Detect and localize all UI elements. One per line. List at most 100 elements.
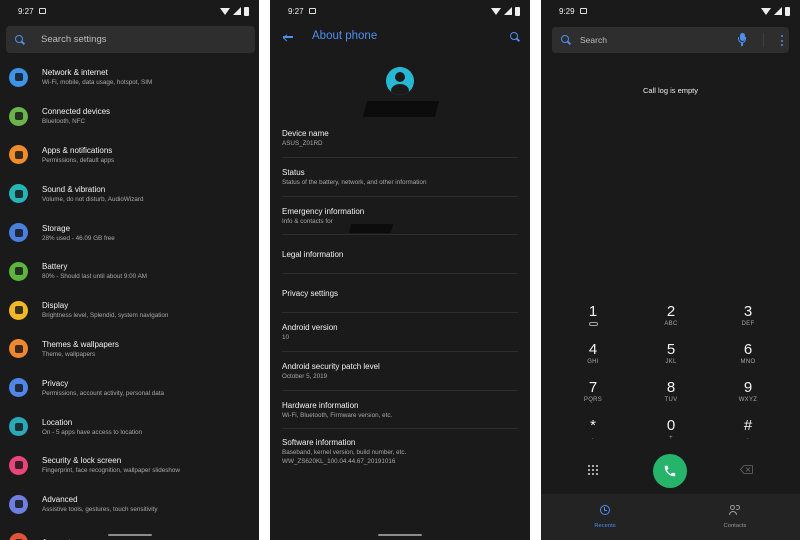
settings-item-subtitle: Brightness level, Splendid, system navig… [42,312,169,320]
about-item-subtitle: Wi-Fi, Bluetooth, Firmware version, etc. [282,411,393,419]
dial-key-letters: PQRS [583,397,603,403]
wifi-icon [9,67,28,87]
dial-key[interactable]: #. [718,417,778,442]
account-avatar-icon[interactable] [386,67,414,95]
about-item-subtitle-2: WW_ZS620KL_100.04.44.67_20191016 [282,457,396,465]
app-bar: About phone [270,22,530,52]
about-item-title: Android security patch level [282,362,380,372]
settings-item[interactable]: Apps & notifications Permissions, default… [0,136,259,175]
about-item[interactable]: Device name ASUS_Z01RD [270,119,530,158]
about-item[interactable]: Legal information [270,235,530,274]
home-indicator[interactable] [107,534,152,536]
settings-item-title: Location [42,417,73,427]
dial-key-digit: # [743,417,753,434]
settings-item-title: Advanced [42,495,78,505]
image-notification-icon [38,8,46,14]
settings-item-title: Storage [42,223,71,233]
dial-key[interactable]: *. [563,417,623,442]
settings-item-title: Display [42,301,69,311]
back-arrow-icon[interactable] [282,33,293,42]
battery-status-icon [515,6,520,16]
nav-recents[interactable]: Recents [575,502,635,529]
about-phone-list: Device name ASUS_Z01RD Status Status of the… [270,119,530,473]
settings-item[interactable]: Location On - 5 apps have access to locat… [0,407,259,446]
settings-item[interactable]: Sound & vibration Volume, do not disturb,… [0,174,259,213]
dial-key[interactable]: 5 JKL [641,341,701,366]
settings-item[interactable]: Network & internet Wi-Fi, mobile, data us… [0,58,259,97]
settings-item[interactable]: Battery 80% - Should last until about 9:0… [0,252,259,291]
dial-key[interactable]: 2 ABC [641,303,701,328]
about-item-subtitle: October 5, 2019 [282,373,328,381]
about-item[interactable]: Privacy settings [270,274,530,313]
settings-item[interactable]: Themes & wallpapers Theme, wallpapers [0,330,259,369]
dial-key[interactable]: 3 DEF [718,303,778,328]
dial-key-digit: 7 [588,379,598,396]
settings-item[interactable]: Accounts [0,524,259,540]
image-notification-icon [308,8,316,14]
dial-key[interactable]: 0 + [641,417,701,442]
call-button[interactable] [653,454,687,488]
image-notification-icon [579,8,587,14]
settings-item-subtitle: On - 5 apps have access to location [42,428,143,436]
dial-key-letters: TUV [664,397,678,403]
settings-item-subtitle: Volume, do not disturb, AudioWizard [42,195,144,203]
search-icon [561,35,571,45]
settings-item[interactable]: Connected devices Bluetooth, NFC [0,97,259,136]
battery-status-icon [785,6,790,16]
about-item[interactable]: Status Status of the battery, network, an… [270,158,530,197]
call-log-empty-message: Call log is empty [642,86,699,95]
about-item-title: Privacy settings [282,289,339,299]
about-item[interactable]: Software information Baseband, kernel ver… [270,429,530,473]
battery-status-icon [244,6,249,16]
home-indicator[interactable] [378,534,422,536]
dial-key-digit: 4 [588,341,598,358]
settings-item[interactable]: Security & lock screen Fingerprint, face … [0,446,259,485]
settings-item-title: Network & internet [42,68,108,78]
dial-key-letters: ABC [664,321,678,327]
wifi-status-icon [491,7,501,15]
dial-key[interactable]: 8 TUV [641,379,701,404]
settings-item-subtitle: Wi-Fi, mobile, data usage, hotspot, SIM [42,79,153,87]
settings-item[interactable]: Storage 28% used - 46.09 GB free [0,213,259,252]
about-phone-screen: 9:27 About phone Device name ASUS_Z01RD St… [270,0,530,540]
nav-recents-label: Recents [594,523,616,529]
dialpad-toggle-icon[interactable] [588,465,598,475]
about-item-title: Hardware information [282,400,359,410]
status-bar: 9:29 [541,0,800,22]
settings-item[interactable]: Advanced Assistive tools, gestures, touch… [0,485,259,524]
backspace-icon[interactable] [740,465,753,474]
dial-key[interactable]: 9 WXYZ [718,379,778,404]
more-options-icon[interactable] [781,35,783,46]
status-time: 9:27 [18,6,34,16]
settings-item[interactable]: Privacy Permissions, account activity, pe… [0,368,259,407]
bottom-navigation: Recents Contacts [541,494,800,540]
cell-signal-icon [233,7,241,15]
dialer-search-placeholder: Search [580,35,607,45]
devices-icon [9,106,28,126]
dial-key[interactable]: 6 MNO [718,341,778,366]
about-item[interactable]: Android security patch level October 5, 2… [270,352,530,391]
settings-item-subtitle: 28% used - 46.09 GB free [42,234,115,242]
status-time: 9:27 [288,6,304,16]
search-settings-bar[interactable]: Search settings [6,26,255,53]
search-icon[interactable] [510,32,520,42]
dialer-search-bar[interactable]: Search [552,27,789,53]
about-item[interactable]: Hardware information Wi-Fi, Bluetooth, Fi… [270,391,530,430]
dial-key[interactable]: 1 [563,303,623,329]
dial-key[interactable]: 4 GHI [563,341,623,366]
about-item-subtitle: Info & contacts for [282,217,333,225]
search-divider [763,33,764,47]
about-item-title: Emergency information [282,206,365,216]
dial-key[interactable]: 7 PQRS [563,379,623,404]
dial-key-letters: + [669,435,673,441]
about-item[interactable]: Android version 10 [270,313,530,352]
nav-contacts[interactable]: Contacts [705,502,765,529]
dial-key-letters: . [592,435,594,441]
location-icon [9,417,28,437]
microphone-icon[interactable] [738,33,746,47]
settings-item[interactable]: Display Brightness level, Splendid, syste… [0,291,259,330]
voicemail-icon [588,322,598,326]
about-item[interactable]: Emergency information Info & contacts for [270,197,530,236]
dial-key-letters: JKL [665,359,677,365]
lock-icon [9,455,28,475]
